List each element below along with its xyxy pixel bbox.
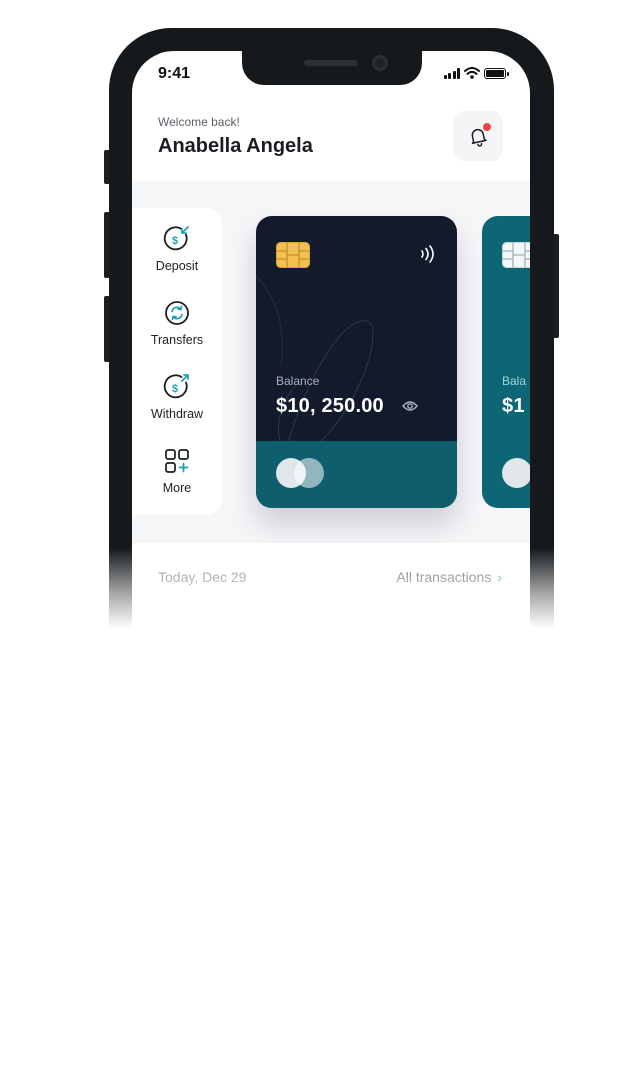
- battery-icon: [484, 67, 509, 79]
- more-label: More: [162, 481, 192, 495]
- chevron-right-icon: ›: [497, 569, 502, 585]
- speaker-grill: [304, 60, 358, 66]
- transactions-header: Today, Dec 29 All transactions ›: [132, 543, 530, 623]
- all-transactions-label: All transactions: [396, 569, 492, 585]
- card-footer-band: [256, 441, 457, 508]
- transfers-icon: [165, 301, 189, 325]
- balance-label: Balance: [276, 374, 320, 388]
- card-network-logo: [276, 458, 332, 488]
- phone-frame: 9:41 Welcome back! Anabella Angela $ Dep…: [109, 28, 554, 631]
- notification-dot: [483, 123, 491, 131]
- svg-text:$: $: [172, 383, 178, 395]
- status-time: 9:41: [158, 65, 191, 82]
- card-chip-icon: [502, 242, 530, 268]
- withdraw-action[interactable]: $ Withdraw: [132, 372, 222, 421]
- transfers-label: Transfers: [150, 333, 204, 347]
- deposit-icon: $: [163, 226, 189, 251]
- svg-text:$: $: [172, 235, 178, 247]
- more-action[interactable]: More: [132, 446, 222, 495]
- card-chip-icon: [276, 242, 310, 268]
- balance-value: $10, 250.00: [276, 395, 384, 417]
- deposit-action[interactable]: $ Deposit: [132, 224, 222, 273]
- card-network-logo: [502, 458, 530, 488]
- transfers-action[interactable]: Transfers: [132, 298, 222, 347]
- notifications-button[interactable]: [453, 111, 503, 161]
- phone-screen: 9:41 Welcome back! Anabella Angela $ Dep…: [132, 51, 530, 631]
- status-icons: [443, 67, 509, 79]
- deposit-label: Deposit: [155, 259, 199, 273]
- secondary-card[interactable]: Bala $1: [482, 216, 530, 508]
- all-transactions-link[interactable]: All transactions ›: [396, 569, 502, 585]
- welcome-text: Welcome back!: [158, 115, 240, 129]
- notch: [242, 51, 422, 85]
- front-camera: [372, 55, 388, 71]
- signal-icon: [443, 67, 460, 79]
- more-icon: [165, 449, 189, 473]
- wifi-icon: [464, 67, 480, 79]
- debit-card[interactable]: Balance $10, 250.00: [256, 216, 457, 508]
- eye-icon[interactable]: [402, 400, 418, 412]
- withdraw-label: Withdraw: [150, 407, 204, 421]
- balance-label: Bala: [502, 374, 527, 388]
- withdraw-icon: $: [163, 374, 189, 399]
- main-content: $ Deposit Transfers $ Withdraw More Bala…: [132, 181, 530, 623]
- transactions-date: Today, Dec 29: [158, 569, 247, 585]
- balance-value: $1: [502, 395, 525, 417]
- quick-actions-panel: $ Deposit Transfers $ Withdraw More: [132, 208, 222, 515]
- user-name: Anabella Angela: [158, 135, 313, 157]
- contactless-icon: [421, 245, 434, 263]
